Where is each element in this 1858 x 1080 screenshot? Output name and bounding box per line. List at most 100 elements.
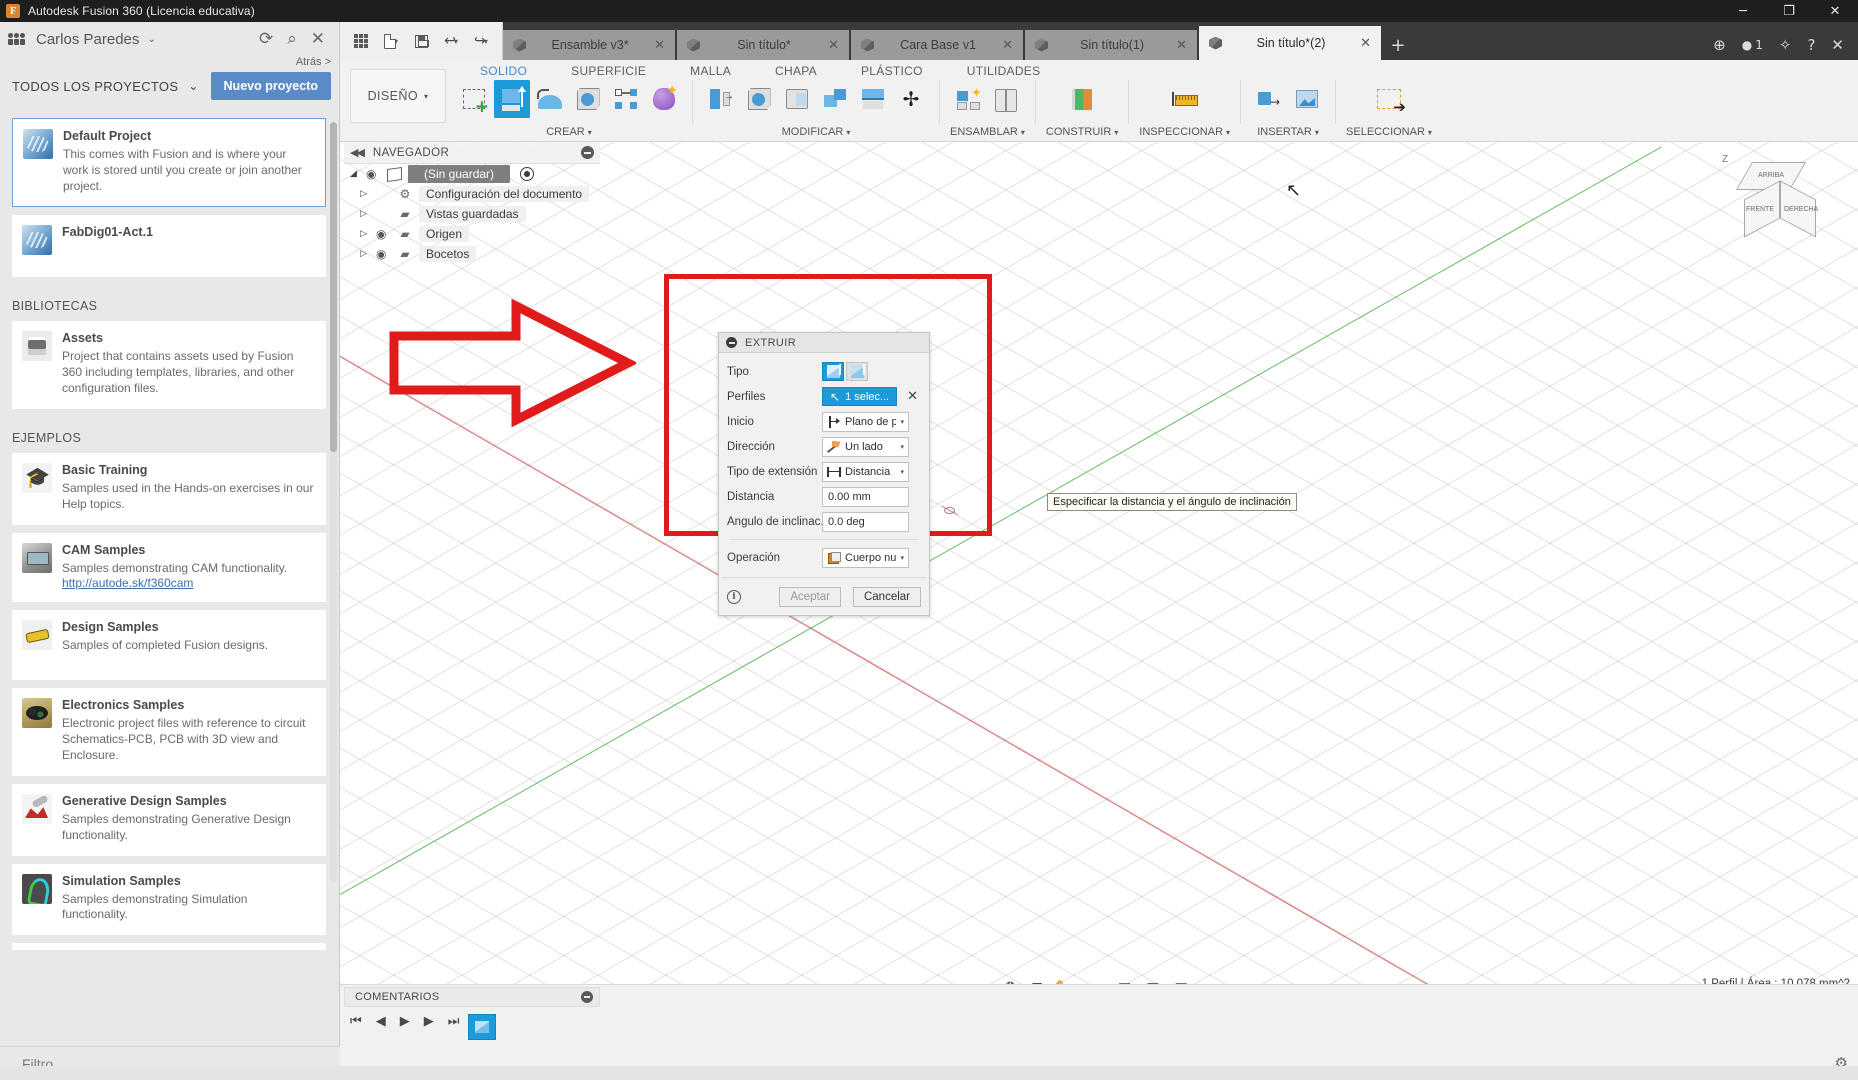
chevron-down-icon[interactable]: ⌄ bbox=[188, 79, 198, 93]
ribbon-group-label[interactable]: CREAR ▾ bbox=[546, 126, 592, 138]
document-tab[interactable]: Sin título* ✕ bbox=[677, 30, 849, 60]
timeline-play-icon[interactable]: ▶ bbox=[400, 1014, 410, 1029]
undo-icon[interactable]: ↩ ▾ bbox=[438, 28, 464, 54]
ribbon-group-label[interactable]: ENSAMBLAR ▾ bbox=[950, 126, 1025, 138]
example-link[interactable]: http://autode.sk/f360cam bbox=[62, 576, 316, 590]
ribbon-tab-malla[interactable]: MALLA bbox=[668, 64, 753, 78]
expand-triangle-icon[interactable]: ▷ bbox=[360, 209, 370, 219]
info-icon[interactable]: i bbox=[727, 590, 741, 604]
move-copy-icon[interactable]: ✢ bbox=[893, 80, 929, 118]
navigator-item-saved-views[interactable]: ▷ ▰ Vistas guardadas bbox=[344, 204, 600, 224]
timeline-first-icon[interactable]: ⏮ bbox=[350, 1014, 362, 1029]
extrude-surface-icon[interactable] bbox=[846, 362, 868, 381]
close-tab-icon[interactable]: ✕ bbox=[654, 38, 665, 53]
comments-panel-header[interactable]: COMENTARIOS bbox=[344, 987, 600, 1007]
fillet-icon[interactable] bbox=[741, 80, 777, 118]
navigator-root-row[interactable]: ◢ ◉ (Sin guardar) bbox=[344, 164, 600, 184]
ribbon-group-label[interactable]: SELECCIONAR ▾ bbox=[1346, 126, 1432, 138]
notifications-icon[interactable]: ✧ bbox=[1779, 36, 1792, 54]
circle-minus-icon[interactable] bbox=[726, 337, 737, 348]
ribbon-group-label[interactable]: MODIFICAR ▾ bbox=[782, 126, 851, 138]
chevron-down-icon[interactable]: ▾ bbox=[484, 37, 488, 46]
example-card[interactable]: CAM Samples Samples demonstrating CAM fu… bbox=[12, 532, 326, 603]
offset-plane-icon[interactable] bbox=[1064, 80, 1100, 118]
example-card[interactable]: Simulation Samples Samples demonstrating… bbox=[12, 863, 326, 936]
create-sketch-icon[interactable] bbox=[456, 80, 492, 118]
circle-minus-icon[interactable] bbox=[581, 991, 593, 1003]
insert-canvas-icon[interactable] bbox=[1289, 80, 1325, 118]
example-card[interactable]: Electronics Samples Electronic project f… bbox=[12, 688, 326, 776]
collapse-navigator-icon[interactable]: ◀◀ bbox=[350, 146, 365, 159]
active-component-icon[interactable] bbox=[520, 167, 535, 181]
back-link[interactable]: Atrás > bbox=[0, 56, 339, 72]
chevron-down-icon[interactable]: ⌄ bbox=[147, 34, 155, 45]
new-component-icon[interactable]: ✦ bbox=[950, 80, 986, 118]
direccion-dropdown[interactable]: Un lado ▾ bbox=[822, 436, 909, 457]
extrude-feature-icon[interactable] bbox=[468, 1014, 496, 1040]
close-document-icon[interactable]: ✕ bbox=[1831, 36, 1844, 54]
close-window-button[interactable]: ✕ bbox=[1812, 0, 1858, 22]
app-grid-icon[interactable] bbox=[348, 28, 374, 54]
user-name-label[interactable]: Carlos Paredes bbox=[36, 31, 139, 48]
select-window-icon[interactable]: ➔ bbox=[1363, 80, 1415, 118]
close-panel-icon[interactable]: ✕ bbox=[311, 30, 325, 48]
expand-triangle-icon[interactable]: ◢ bbox=[350, 169, 360, 179]
timeline-next-icon[interactable]: ▶ bbox=[424, 1014, 434, 1029]
expand-triangle-icon[interactable]: ▷ bbox=[360, 229, 370, 239]
redo-icon[interactable]: ↪ ▾ bbox=[468, 28, 494, 54]
joint-icon[interactable] bbox=[988, 80, 1024, 118]
close-tab-icon[interactable]: ✕ bbox=[828, 38, 839, 53]
timeline-last-icon[interactable]: ⏭ bbox=[448, 1014, 460, 1029]
data-panel-scrollbar[interactable] bbox=[330, 122, 337, 882]
minimize-button[interactable]: ─ bbox=[1720, 0, 1766, 22]
create-form-icon[interactable] bbox=[646, 80, 682, 118]
ribbon-group-label[interactable]: CONSTRUIR ▾ bbox=[1046, 126, 1118, 138]
example-card[interactable]: Design Samples Samples of completed Fusi… bbox=[12, 610, 326, 681]
perfiles-selection-button[interactable]: ↖ 1 selec... bbox=[822, 387, 898, 406]
viewport-canvas[interactable]: ◀◀ NAVEGADOR ◢ ◉ (Sin guardar) ▷ ⚙ Confi… bbox=[340, 142, 1858, 984]
document-tab[interactable]: Cara Base v1 ✕ bbox=[851, 30, 1023, 60]
document-tab[interactable]: Sin título(1) ✕ bbox=[1025, 30, 1197, 60]
loft-icon[interactable] bbox=[608, 80, 644, 118]
operacion-dropdown[interactable]: Cuerpo nue... ▾ bbox=[822, 547, 909, 568]
view-cube[interactable]: Z ARRIBA FRENTE DERECHA bbox=[1722, 154, 1818, 242]
new-project-button[interactable]: Nuevo proyecto bbox=[210, 72, 331, 100]
ribbon-tab-chapa[interactable]: CHAPA bbox=[753, 64, 839, 78]
document-tab[interactable]: Ensamble v3* ✕ bbox=[503, 30, 675, 60]
maximize-button[interactable]: ❐ bbox=[1766, 0, 1812, 22]
timeline-prev-icon[interactable]: ◀ bbox=[376, 1014, 386, 1029]
distancia-input[interactable]: 0.00 mm bbox=[822, 486, 909, 507]
sweep-icon[interactable] bbox=[570, 80, 606, 118]
circle-minus-icon[interactable] bbox=[581, 146, 594, 159]
navigator-item-sketches[interactable]: ▷ ◉ ▰ Bocetos bbox=[344, 244, 600, 264]
expand-triangle-icon[interactable]: ▷ bbox=[360, 189, 370, 199]
revolve-icon[interactable] bbox=[532, 80, 568, 118]
press-pull-icon[interactable]: → bbox=[703, 80, 739, 118]
ribbon-tab-utilidades[interactable]: UTILIDADES bbox=[945, 64, 1063, 78]
accept-button[interactable]: Aceptar bbox=[779, 587, 841, 607]
save-icon[interactable] bbox=[408, 28, 434, 54]
ribbon-tab-plastico[interactable]: PLÁSTICO bbox=[839, 64, 945, 78]
navigator-item-document-settings[interactable]: ▷ ⚙ Configuración del documento bbox=[344, 184, 600, 204]
ribbon-group-label[interactable]: INSPECCIONAR ▾ bbox=[1139, 126, 1230, 138]
angulo-input[interactable]: 0.0 deg bbox=[822, 511, 909, 532]
measure-icon[interactable] bbox=[1161, 80, 1209, 118]
extrude-icon[interactable] bbox=[494, 80, 530, 118]
shell-icon[interactable] bbox=[779, 80, 815, 118]
insert-derive-icon[interactable] bbox=[1251, 80, 1287, 118]
visibility-eye-icon[interactable]: ◉ bbox=[366, 167, 381, 181]
library-card[interactable]: Assets Project that contains assets used… bbox=[12, 321, 326, 409]
expand-triangle-icon[interactable]: ▷ bbox=[360, 249, 370, 259]
ribbon-tab-solido[interactable]: SOLIDO bbox=[458, 64, 549, 78]
help-icon[interactable]: ? bbox=[1807, 36, 1815, 54]
ribbon-tab-superficie[interactable]: SUPERFICIE bbox=[549, 64, 668, 78]
project-card[interactable]: Default Project This comes with Fusion a… bbox=[12, 118, 326, 208]
chevron-down-icon[interactable]: ▾ bbox=[454, 37, 458, 46]
tipo-extension-dropdown[interactable]: Distancia ▾ bbox=[822, 461, 909, 482]
close-tab-icon[interactable]: ✕ bbox=[1002, 38, 1013, 53]
all-projects-label[interactable]: TODOS LOS PROYECTOS bbox=[12, 79, 178, 94]
workspace-selector[interactable]: DISEÑO ▾ bbox=[350, 69, 446, 123]
draft-icon[interactable] bbox=[817, 80, 853, 118]
visibility-eye-icon[interactable]: ◉ bbox=[376, 227, 391, 241]
document-tab-active[interactable]: Sin título*(2) ✕ bbox=[1199, 26, 1381, 60]
